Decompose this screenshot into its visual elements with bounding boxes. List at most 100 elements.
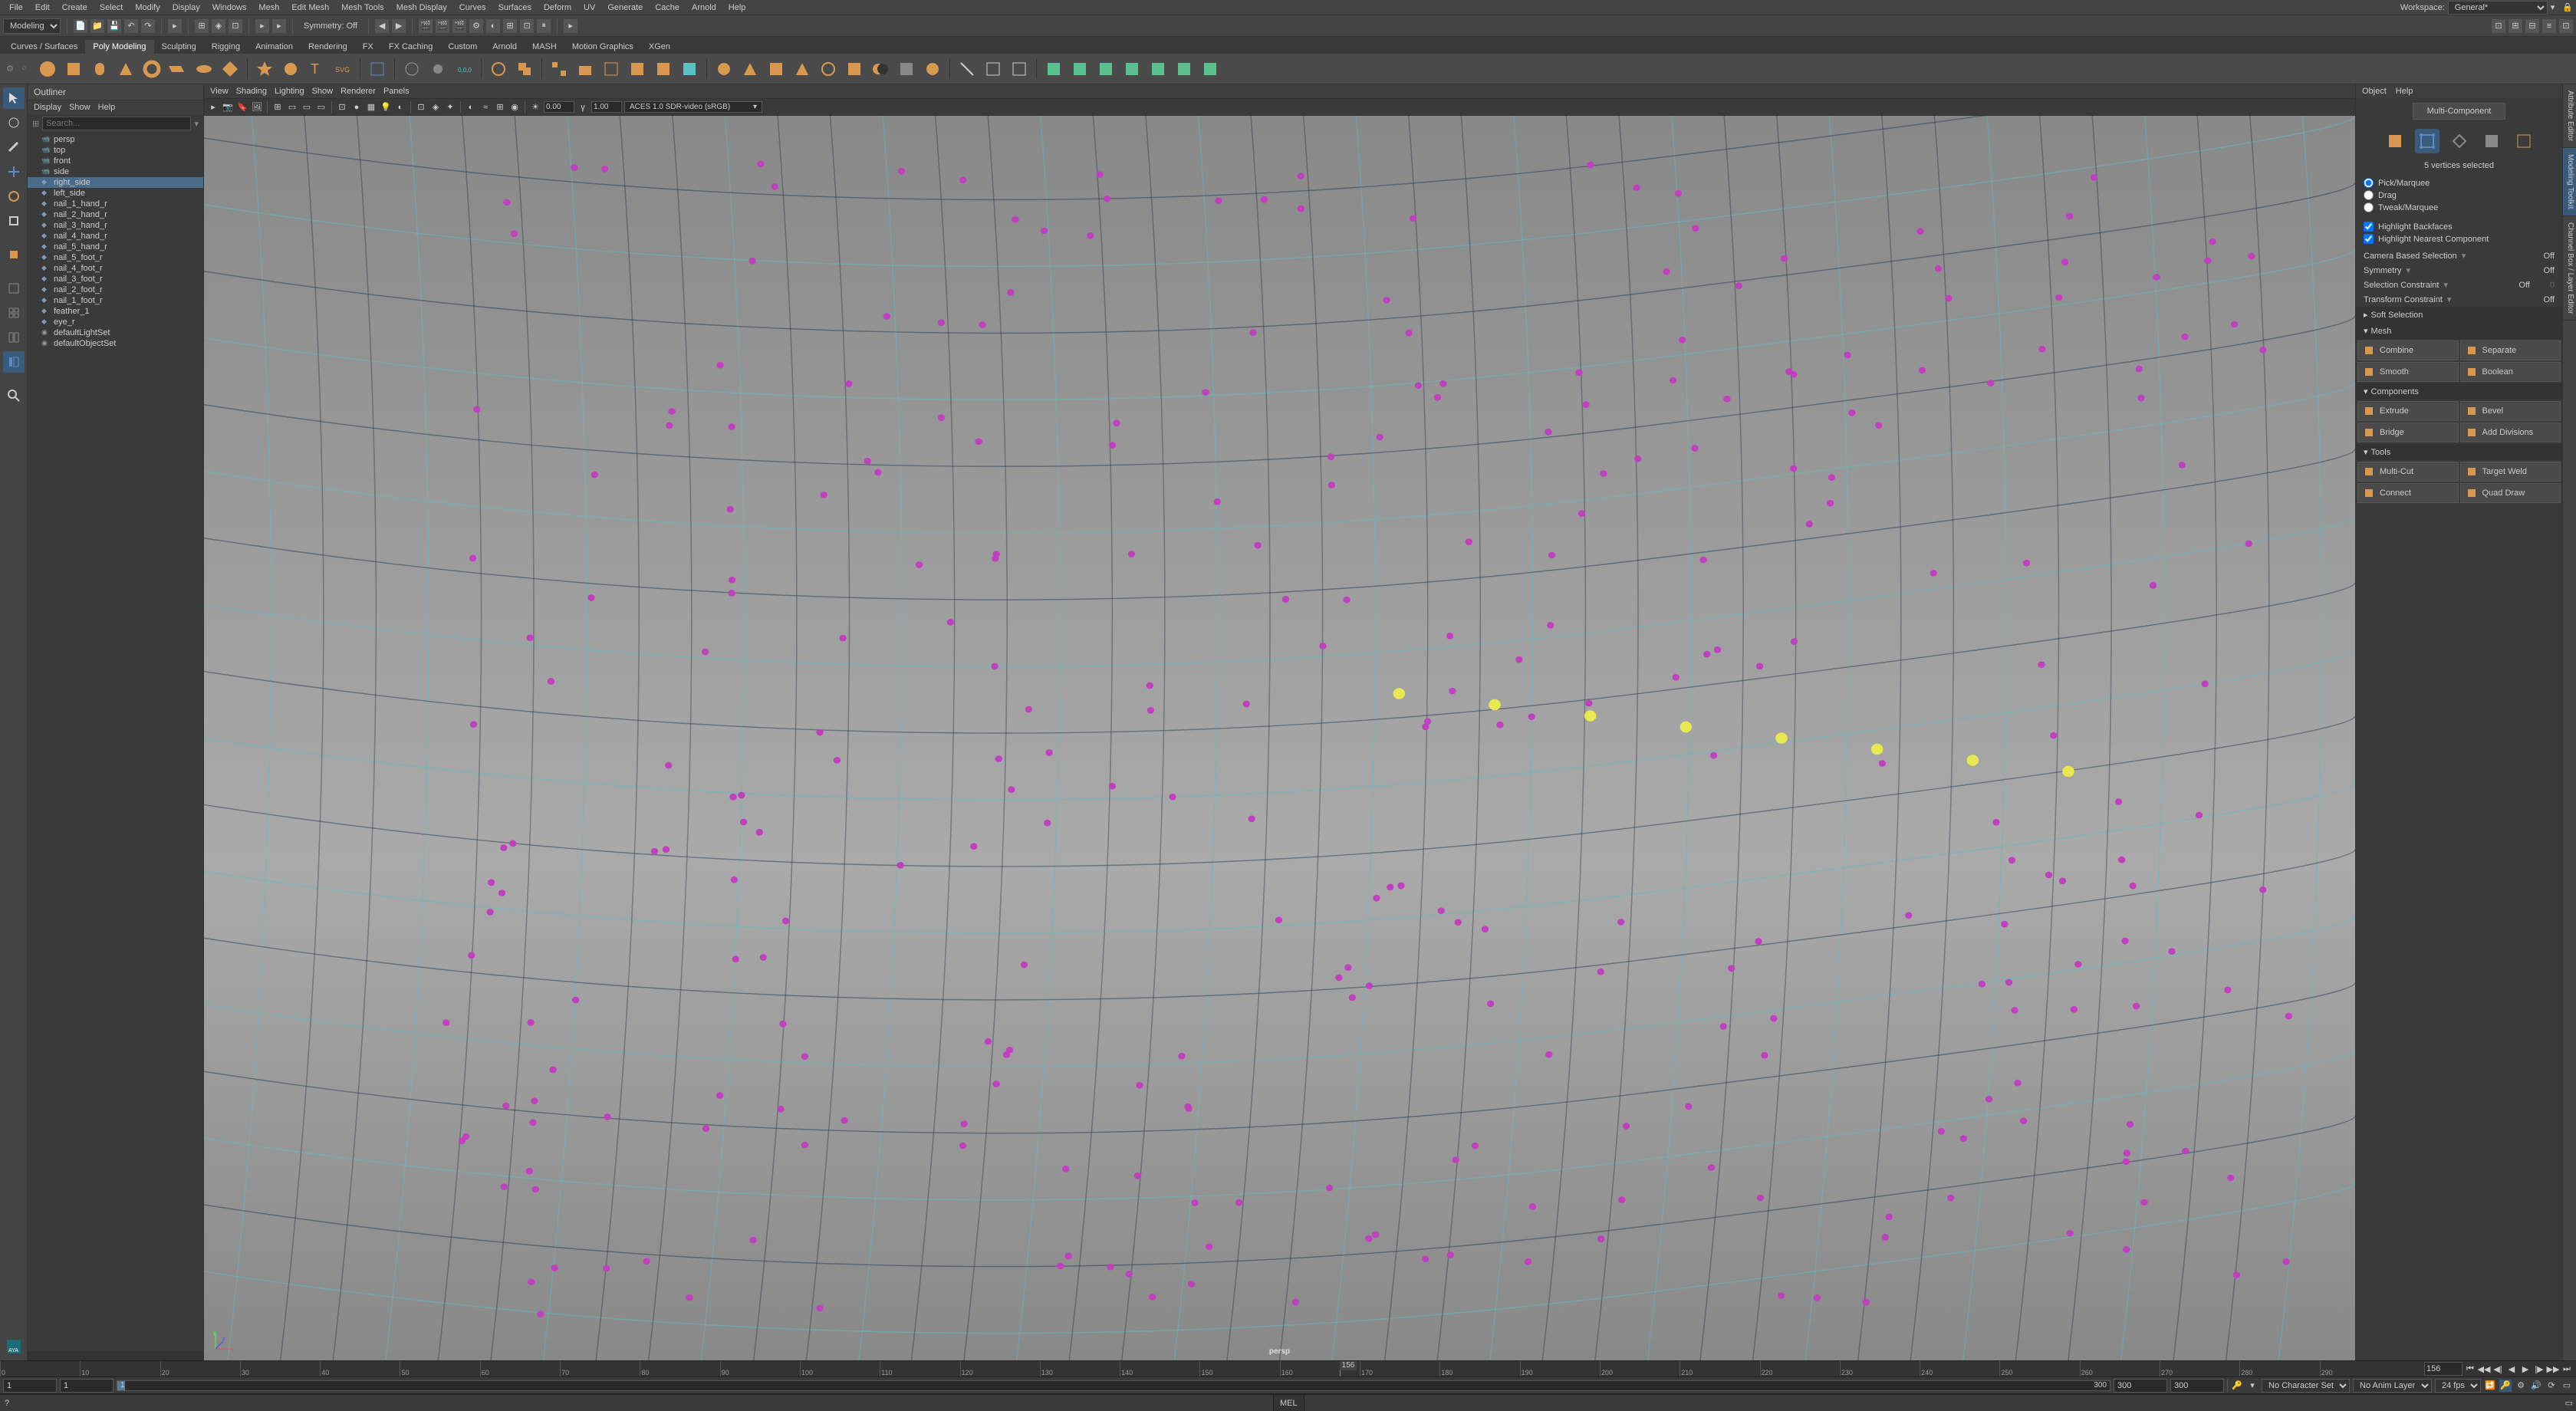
undo-icon[interactable]: ↶ [124, 19, 138, 33]
menu-uv[interactable]: UV [577, 2, 601, 14]
play2-icon[interactable]: ▸ [272, 19, 286, 33]
layout-outliner-icon[interactable] [3, 351, 25, 373]
vp-gate-mask-icon[interactable]: ▭ [315, 101, 327, 113]
menu-edit-mesh[interactable]: Edit Mesh [285, 2, 335, 14]
time-ruler[interactable]: 0102030405060708090100110120130140150160… [0, 1360, 2576, 1377]
snap-icon[interactable] [401, 58, 423, 80]
toggle3-icon[interactable]: ≡ [2542, 19, 2556, 33]
dropdown-icon[interactable]: ▾ [2551, 2, 2555, 12]
outliner-item-nail_2_foot_r[interactable]: ◆nail_2_foot_r [28, 285, 203, 295]
snap2-icon[interactable] [427, 58, 449, 80]
menu-file[interactable]: File [3, 2, 29, 14]
loop-icon[interactable]: 🔁 [2484, 1380, 2496, 1392]
comp-bevel-button[interactable]: Bevel [2460, 401, 2561, 421]
menu-windows[interactable]: Windows [206, 2, 253, 14]
search-tool[interactable] [3, 385, 25, 406]
connect-icon[interactable] [1008, 58, 1030, 80]
selection-constraint-row[interactable]: Selection Constraint▾Off0 [2356, 278, 2562, 292]
shelf-gear-icon[interactable]: ⚙ [6, 64, 17, 74]
render6-icon[interactable]: ⊡ [520, 19, 534, 33]
command-line-label[interactable]: MEL [1273, 1395, 1304, 1411]
comp-bridge-button[interactable]: Bridge [2357, 423, 2459, 442]
lock-icon[interactable]: 🔒 [2562, 2, 2573, 12]
outliner-item-nail_1_hand_r[interactable]: ◆nail_1_hand_r [28, 199, 203, 209]
mesh-separate-button[interactable]: Separate [2460, 340, 2561, 360]
play-icon[interactable]: ▸ [255, 19, 269, 33]
sculpt2-icon[interactable] [922, 58, 943, 80]
vp-shadows-icon[interactable]: ◐ [394, 101, 406, 113]
face-mode-icon[interactable] [2479, 129, 2504, 153]
vp-exposure-icon[interactable]: ☀ [529, 101, 541, 113]
menu-mesh[interactable]: Mesh [252, 2, 285, 14]
menu-surfaces[interactable]: Surfaces [492, 2, 538, 14]
vp-wireframe-icon[interactable]: ⊡ [336, 101, 348, 113]
slide-icon[interactable] [1121, 58, 1143, 80]
mesh-combine-button[interactable]: Combine [2357, 340, 2459, 360]
vp-menu-lighting[interactable]: Lighting [275, 87, 304, 96]
tools-section-header[interactable]: ▾Tools [2356, 444, 2562, 460]
quadrangulate-icon[interactable] [818, 58, 839, 80]
vp-exposure-input[interactable] [544, 101, 574, 113]
vp-menu-shading[interactable]: Shading [236, 87, 267, 96]
soft-selection-header[interactable]: ▸Soft Selection [2356, 307, 2562, 323]
mesh-smooth-button[interactable]: Smooth [2357, 362, 2459, 382]
show-manip-tool[interactable] [3, 244, 25, 265]
render4-icon[interactable]: ◐ [486, 19, 500, 33]
outliner-search-input[interactable] [42, 117, 191, 130]
bridge-icon[interactable] [600, 58, 622, 80]
symmetry-row[interactable]: Symmetry▾Off [2356, 263, 2562, 278]
pick-mode-pick-marquee-radio[interactable] [2364, 178, 2374, 188]
highlight-nearest-checkbox[interactable] [2364, 234, 2374, 244]
vp-menu-renderer[interactable]: Renderer [341, 87, 376, 96]
step-back-icon[interactable]: ◀| [2492, 1363, 2504, 1375]
highlight-backfaces-checkbox[interactable] [2364, 222, 2374, 232]
open-scene-icon[interactable]: 📁 [90, 19, 104, 33]
vp-resolution-gate-icon[interactable]: ▭ [301, 101, 313, 113]
crease-icon[interactable] [1095, 58, 1117, 80]
layout-four-icon[interactable] [3, 302, 25, 324]
menu-create[interactable]: Create [56, 2, 94, 14]
shelf-tab-sculpting[interactable]: Sculpting [154, 40, 204, 54]
layout-single-icon[interactable] [3, 278, 25, 299]
layout-two-icon[interactable] [3, 327, 25, 348]
symmetry-label[interactable]: Symmetry: Off [299, 21, 362, 31]
smooth-icon[interactable] [713, 58, 735, 80]
boolean-icon[interactable] [870, 58, 891, 80]
comp-extrude-button[interactable]: Extrude [2357, 401, 2459, 421]
mesh-boolean-button[interactable]: Boolean [2460, 362, 2561, 382]
go-start-icon[interactable]: ⏮ [2464, 1363, 2476, 1375]
vp-xray-icon[interactable]: ◈ [429, 101, 442, 113]
key-dropdown-icon[interactable]: ▾ [2246, 1380, 2259, 1392]
uv-mode-icon[interactable] [2512, 129, 2536, 153]
save-scene-icon[interactable]: 💾 [107, 19, 121, 33]
shelf-tab-fx-caching[interactable]: FX Caching [381, 40, 440, 54]
menu-select[interactable]: Select [94, 2, 130, 14]
vertex-mode-icon[interactable] [2415, 129, 2439, 153]
vp-gamma-input[interactable] [591, 101, 622, 113]
render-icon[interactable]: 🎬 [419, 19, 433, 33]
extrude-icon[interactable] [574, 58, 596, 80]
menu-display[interactable]: Display [166, 2, 206, 14]
play-back-icon[interactable]: ◀ [2505, 1363, 2518, 1375]
vp-xray-joints-icon[interactable]: ✦ [444, 101, 456, 113]
arrow-left-icon[interactable]: ◀ [375, 19, 389, 33]
snap-grid-icon[interactable]: ⊞ [195, 19, 209, 33]
audio-icon[interactable]: 🔊 [2530, 1380, 2542, 1392]
shelf-tab-rigging[interactable]: Rigging [204, 40, 248, 54]
menu-generate[interactable]: Generate [601, 2, 649, 14]
menu-deform[interactable]: Deform [538, 2, 577, 14]
insert-edge-icon[interactable] [1147, 58, 1169, 80]
vp-motion-blur-icon[interactable]: ≈ [479, 101, 492, 113]
target-weld-icon[interactable] [982, 58, 1004, 80]
vp-isolate-icon[interactable]: ⊡ [415, 101, 427, 113]
step-back-key-icon[interactable]: ◀◀ [2478, 1363, 2490, 1375]
outliner-menu-show[interactable]: Show [69, 103, 90, 112]
sync-icon[interactable]: ⟳ [2545, 1380, 2558, 1392]
shelf-circle-icon[interactable]: ○ [21, 64, 32, 74]
poly-svg-icon[interactable]: SVG [332, 58, 354, 80]
menu-edit[interactable]: Edit [29, 2, 56, 14]
rp-menu-object[interactable]: Object [2362, 87, 2387, 96]
vp-menu-view[interactable]: View [210, 87, 229, 96]
character-set-dropdown[interactable]: No Character Set [2262, 1379, 2350, 1393]
outliner-item-nail_5_foot_r[interactable]: ◆nail_5_foot_r [28, 252, 203, 263]
